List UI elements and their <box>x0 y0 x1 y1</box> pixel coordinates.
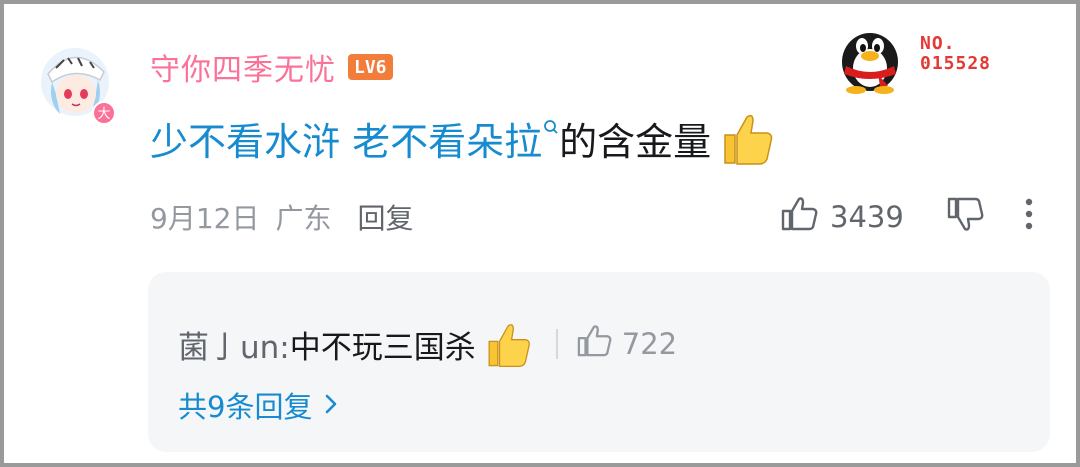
sub-reply-like-count: 722 <box>621 327 678 361</box>
like-button[interactable]: 3439 <box>780 196 904 239</box>
chevron-right-icon <box>324 388 338 422</box>
comment-plain-text: 的含金量 <box>559 119 712 164</box>
thumbs-up-emoji <box>719 109 777 167</box>
search-icon[interactable] <box>543 119 559 140</box>
svg-text:大: 大 <box>97 107 110 122</box>
comment-actions: 3439 <box>780 194 1034 240</box>
dislike-button[interactable] <box>946 196 984 239</box>
dislike-icon <box>946 196 984 239</box>
more-button[interactable] <box>1024 197 1034 238</box>
comment-meta: 9月12日 广东 回复 <box>150 194 413 240</box>
search-link[interactable]: 少不看水浒 老不看朵拉 <box>150 111 542 166</box>
comment-date: 9月12日 <box>150 202 260 235</box>
like-icon <box>576 324 612 365</box>
sub-reply-panel: 菌亅un: 中不玩三国杀 722 共9条回复 <box>148 272 1050 452</box>
username[interactable]: 守你四季无忧 <box>150 45 336 89</box>
divider <box>555 329 558 359</box>
like-count: 3439 <box>830 200 904 234</box>
qq-penguin-icon <box>834 22 906 94</box>
sub-reply-user[interactable]: 菌亅un: <box>178 322 290 367</box>
comment-header: 守你四季无忧 LV6 <box>150 44 393 90</box>
view-all-replies-link[interactable]: 共9条回复 <box>178 382 338 428</box>
comment-card: 大 守你四季无忧 LV6 NO. 015528 少不看水浒 老不看朵拉 的含金量… <box>4 4 1076 463</box>
more-icon <box>1024 197 1034 238</box>
comment-location: 广东 <box>275 202 332 235</box>
reply-button[interactable]: 回复 <box>357 197 413 237</box>
sub-reply[interactable]: 菌亅un: 中不玩三国杀 722 <box>178 316 677 372</box>
nft-label: NO. <box>920 33 956 54</box>
sub-reply-like-button[interactable]: 722 <box>576 324 677 365</box>
nft-number-badge: NO. 015528 <box>920 34 991 74</box>
sub-reply-text: 中不玩三国杀 <box>289 329 476 366</box>
comment-text: 少不看水浒 老不看朵拉 的含金量 <box>150 108 777 168</box>
like-icon <box>780 196 818 239</box>
view-all-label: 共9条回复 <box>178 390 313 424</box>
level-badge: LV6 <box>348 54 393 80</box>
thumbs-up-emoji <box>484 319 534 369</box>
nft-number: 015528 <box>920 53 992 74</box>
avatar[interactable]: 大 <box>38 44 116 126</box>
